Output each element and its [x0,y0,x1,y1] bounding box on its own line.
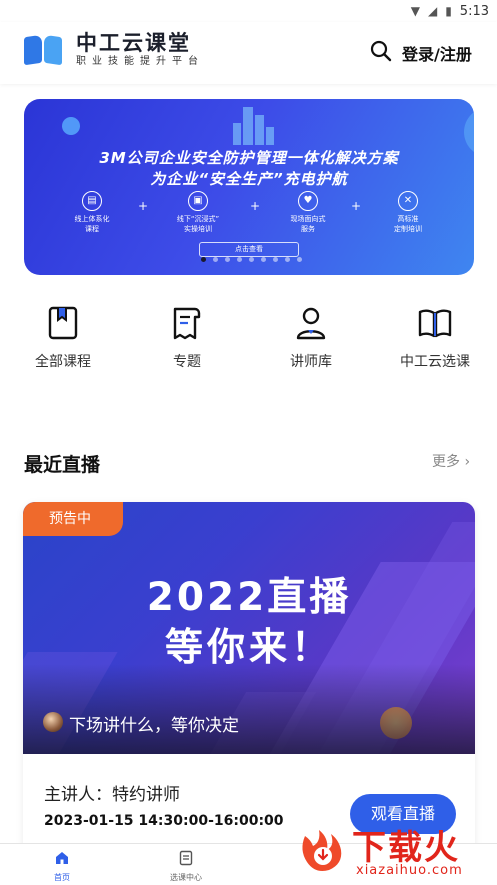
carousel-dot [237,257,242,262]
handshake-icon: ♥ [298,191,318,211]
chevron-right-icon: › [464,454,471,470]
nav-label: 中工云选课 [400,354,470,370]
carousel-dot-active [201,257,206,262]
course-center-icon [179,850,193,866]
banner-feature: ▣ 线下“沉浸式” 实操培训 [158,191,238,234]
cover-headline: 2022直播 [146,575,352,620]
banner-cta-button[interactable]: 点击查看 [199,242,299,257]
teacher-person-icon [296,307,326,340]
section-title: 最近直播 [24,454,101,476]
bookmark-book-icon [48,306,78,340]
login-register-link[interactable]: 登录/注册 [402,41,472,65]
status-badge: 预告中 [23,502,123,536]
carousel-dot [249,257,254,262]
nav-course-selection[interactable]: 中工云选课 [380,305,490,371]
carousel-dot [213,257,218,262]
avatar [43,712,63,732]
status-time: 5:13 [459,3,489,19]
quick-nav: 全部课程 专题 讲师库 中工云选课 [0,305,497,380]
tab-home[interactable]: 首页 [22,850,102,883]
nav-label: 专题 [173,354,201,370]
app-header: 中工云课堂 职业技能提升平台 登录/注册 [0,22,497,84]
status-bar: ▼ ◢ ▮ 5:13 [0,0,497,22]
app-subtitle: 职业技能提升平台 [76,56,204,67]
banner-feature: ▤ 线上体系化 课程 [52,191,132,234]
scroll-document-icon [173,307,201,340]
buildings-graphic [229,107,279,145]
logo-book-icon [22,32,66,68]
tab-course-center[interactable]: 选课中心 [146,850,226,883]
wifi-icon: ▼ [410,4,420,18]
app-title: 中工云课堂 [76,31,191,55]
banner-feature: ♥ 现场面向式 服务 [268,191,348,234]
carousel-dot [261,257,266,262]
banner-title-line2: 为企业“安全生产”充电护航 [150,170,348,188]
carousel-dot [297,257,302,262]
open-book-icon [418,309,452,338]
carousel-dot [225,257,230,262]
nav-all-courses[interactable]: 全部课程 [8,305,118,371]
watermark-url: xiazaihuo.com [356,863,463,878]
nav-lecturers[interactable]: 讲师库 [256,305,366,371]
battery-icon: ▮ [445,4,452,18]
app-logo[interactable]: 中工云课堂 职业技能提升平台 [22,31,204,68]
banner-feature: ✕ 高标准 定制培训 [368,191,448,234]
banner-title-line1: 3M公司企业安全防护管理一体化解决方案 [99,149,399,167]
calendar-icon: ▤ [82,191,102,211]
carousel-dot [273,257,278,262]
watermark: 下载火 xiazaihuo.com [292,818,497,885]
live-time: 2023-01-15 14:30:00-16:00:00 [44,813,284,829]
nav-label: 讲师库 [290,354,332,370]
tools-icon: ✕ [398,191,418,211]
watermark-logo-icon [302,830,342,871]
signal-icon: ◢ [427,4,438,18]
home-icon [56,852,68,864]
clipboard-icon: ▣ [188,191,208,211]
nav-topics[interactable]: 专题 [132,305,242,371]
more-link[interactable]: 更多 › [432,451,470,471]
watermark-brand: 下载火 [352,828,460,868]
live-subtitle: 下场讲什么，等你决定 [69,716,239,736]
carousel-dot [285,257,290,262]
carousel-dots [201,257,302,262]
live-card[interactable]: 预告中 2022直播 等你来！ 下场讲什么，等你决定 主讲人：特约讲师 2023… [23,502,475,857]
nav-label: 全部课程 [35,354,91,370]
search-icon[interactable] [369,39,393,63]
promo-banner[interactable]: 3M公司企业安全防护管理一体化解决方案 为企业“安全生产”充电护航 ▤ 线上体系… [24,99,474,275]
cover-headline-2: 等你来！ [164,625,333,669]
live-speaker: 主讲人：特约讲师 [44,785,180,805]
live-cover-image[interactable]: 预告中 2022直播 等你来！ 下场讲什么，等你决定 [23,502,475,754]
